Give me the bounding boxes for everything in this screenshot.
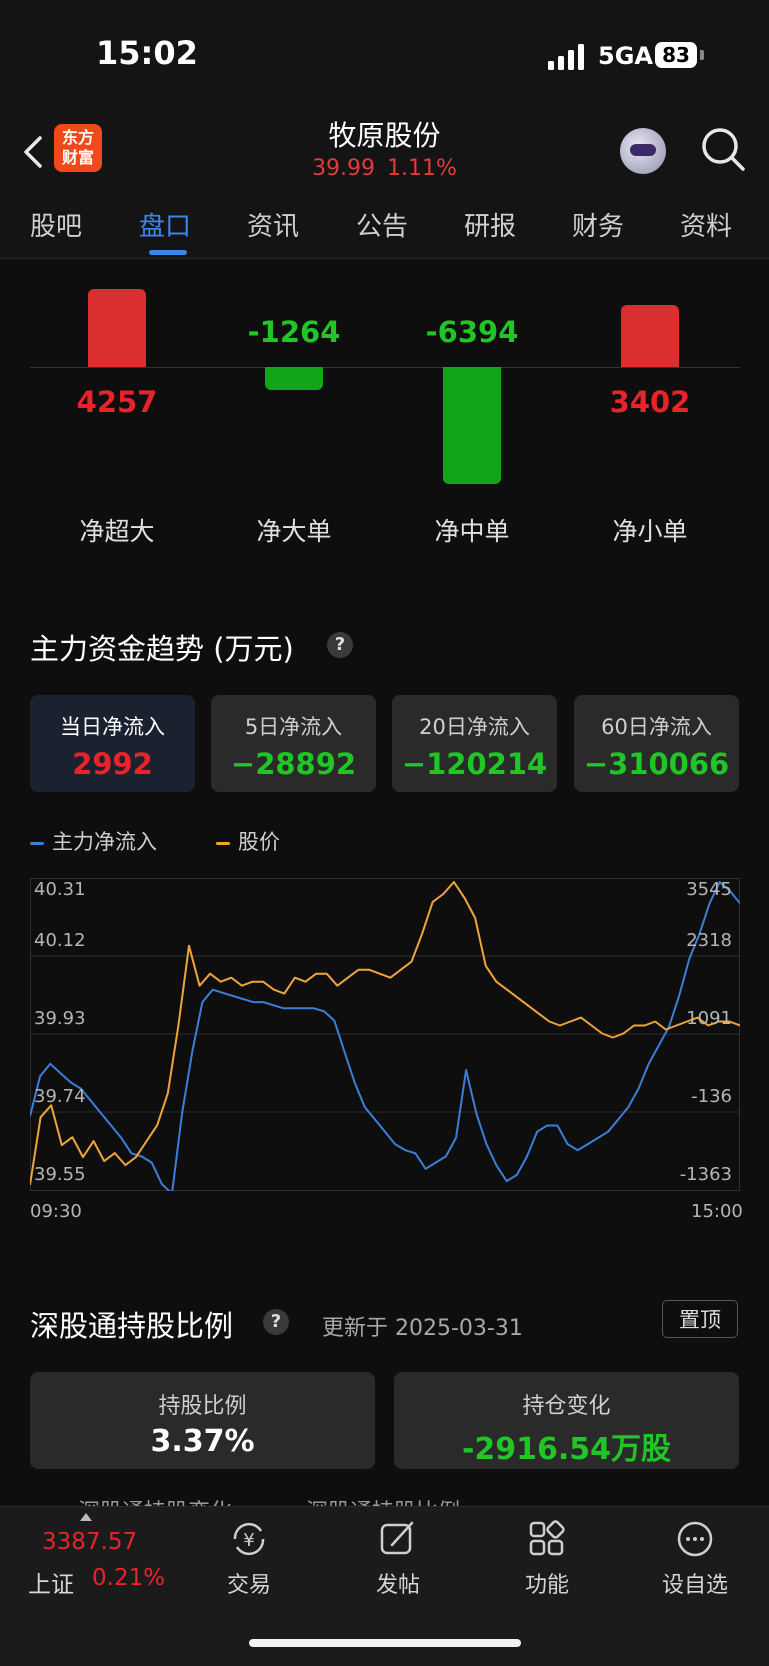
right-axis-tick: 3545 — [686, 879, 732, 900]
tab-bar: 股吧 盘口 资讯 公告 研报 财务 资料 — [0, 192, 769, 259]
card-label: 60日净流入 — [601, 715, 712, 739]
nav-functions-label: 功能 — [524, 1573, 569, 1598]
flow-bar-value: 3402 — [609, 385, 691, 419]
trade-yuan-icon: ¥ — [233, 1522, 265, 1556]
right-axis-tick: -1363 — [679, 1164, 732, 1185]
tab-guba[interactable]: 股吧 — [30, 206, 82, 243]
card-60day-inflow[interactable]: 60日净流入 −310066 — [574, 695, 739, 792]
fund-trend-chart[interactable] — [30, 878, 740, 1191]
tab-profile[interactable]: 资料 — [680, 206, 732, 243]
search-icon[interactable] — [700, 126, 746, 172]
nav-add-watchlist[interactable]: 设自选 — [645, 1519, 745, 1599]
compose-icon — [380, 1521, 414, 1555]
home-indicator — [249, 1639, 521, 1647]
signal-icon — [548, 44, 584, 70]
flow-bar — [621, 304, 679, 367]
holding-change-value: -2916.54万股 — [461, 1432, 672, 1467]
legend-label: 股价 — [238, 830, 280, 854]
left-axis-tick: 39.74 — [34, 1086, 86, 1107]
flow-bar — [265, 367, 323, 391]
legend-swatch — [30, 841, 44, 845]
trend-help-icon[interactable]: ? — [327, 632, 353, 658]
szconnect-title: 深股通持股比例 — [30, 1309, 234, 1343]
stock-price: 39.99 — [312, 156, 376, 181]
nav-functions[interactable]: 功能 — [497, 1519, 597, 1599]
flow-baseline — [30, 367, 740, 368]
holding-ratio-label: 持股比例 — [158, 1394, 247, 1419]
assistant-robot-icon[interactable] — [620, 128, 666, 174]
x-axis-start: 09:30 — [30, 1201, 82, 1222]
battery-tip — [700, 50, 704, 60]
index-value[interactable]: 3387.57 — [42, 1529, 137, 1555]
nav-post[interactable]: 发帖 — [348, 1519, 448, 1599]
tab-announcements[interactable]: 公告 — [356, 206, 408, 243]
left-axis-tick: 39.93 — [34, 1008, 86, 1029]
szconnect-help-icon[interactable]: ? — [263, 1309, 289, 1335]
more-icon — [677, 1521, 713, 1557]
grid-icon — [529, 1520, 565, 1556]
tab-finance[interactable]: 财务 — [572, 206, 624, 243]
card-value: −310066 — [583, 747, 730, 781]
stock-header: 东方 财富 牧原股份 39.99 1.11% — [0, 110, 769, 193]
flow-bar-value: -1264 — [247, 315, 341, 349]
flow-bar — [88, 289, 146, 367]
index-name[interactable]: 上证 — [28, 1565, 74, 1599]
flow-bar-value: 4257 — [76, 385, 158, 419]
nav-post-label: 发帖 — [375, 1573, 420, 1598]
left-axis-tick: 39.55 — [34, 1164, 86, 1185]
legend-swatch — [216, 841, 230, 845]
holding-ratio-value: 3.37% — [150, 1424, 255, 1459]
network-type: 5GA — [598, 42, 653, 70]
svg-text:¥: ¥ — [243, 1530, 254, 1551]
legend-price: 股价 — [216, 826, 280, 856]
tab-pankou[interactable]: 盘口 — [139, 206, 191, 243]
holding-change-card: 持仓变化 -2916.54万股 — [394, 1372, 739, 1469]
right-axis-tick: -136 — [691, 1086, 732, 1107]
nav-trade-label: 交易 — [226, 1573, 271, 1598]
flow-bar-label: 净超大 — [79, 517, 155, 546]
tab-research[interactable]: 研报 — [464, 206, 516, 243]
battery-icon: 83 — [655, 42, 697, 68]
left-axis-tick: 40.31 — [34, 879, 86, 900]
legend-main-inflow: 主力净流入 — [30, 826, 157, 856]
flow-bar-label: 净大单 — [256, 517, 332, 546]
pin-top-button[interactable]: 置顶 — [662, 1300, 738, 1338]
card-5day-inflow[interactable]: 5日净流入 −28892 — [211, 695, 376, 792]
card-value: 2992 — [72, 747, 153, 781]
status-bar: 15:02 5GA 83 — [0, 0, 769, 110]
active-tab-indicator — [149, 250, 187, 255]
legend-label: 主力净流入 — [52, 830, 157, 854]
card-label: 20日净流入 — [419, 715, 530, 739]
right-axis-tick: 1091 — [686, 1008, 732, 1029]
index-change-pct[interactable]: 0.21% — [92, 1565, 165, 1591]
flow-bar — [443, 367, 501, 484]
left-axis-tick: 40.12 — [34, 930, 86, 951]
trend-title: 主力资金趋势 (万元) — [30, 632, 294, 666]
holding-ratio-card: 持股比例 3.37% — [30, 1372, 375, 1469]
card-today-inflow[interactable]: 当日净流入 2992 — [30, 695, 195, 792]
nav-add-watchlist-label: 设自选 — [661, 1573, 728, 1598]
card-value: −120214 — [401, 747, 548, 781]
card-label: 5日净流入 — [244, 715, 343, 739]
stock-change-pct: 1.11% — [387, 156, 457, 181]
main-inflow-line — [30, 881, 740, 1191]
nav-trade[interactable]: ¥ 交易 — [199, 1519, 299, 1599]
card-label: 当日净流入 — [60, 715, 165, 739]
flow-bar-label: 净小单 — [612, 517, 688, 546]
holding-change-label: 持仓变化 — [522, 1394, 611, 1419]
expand-caret-icon[interactable] — [80, 1513, 92, 1521]
flow-bar-label: 净中单 — [434, 517, 510, 546]
flow-bar-value: -6394 — [425, 315, 519, 349]
card-20day-inflow[interactable]: 20日净流入 −120214 — [392, 695, 557, 792]
card-value: −28892 — [230, 747, 357, 781]
x-axis-end: 15:00 — [691, 1201, 743, 1222]
szconnect-updated: 更新于 2025-03-31 — [322, 1316, 523, 1341]
tab-news[interactable]: 资讯 — [247, 206, 299, 243]
status-time: 15:02 — [96, 34, 198, 72]
right-axis-tick: 2318 — [686, 930, 732, 951]
